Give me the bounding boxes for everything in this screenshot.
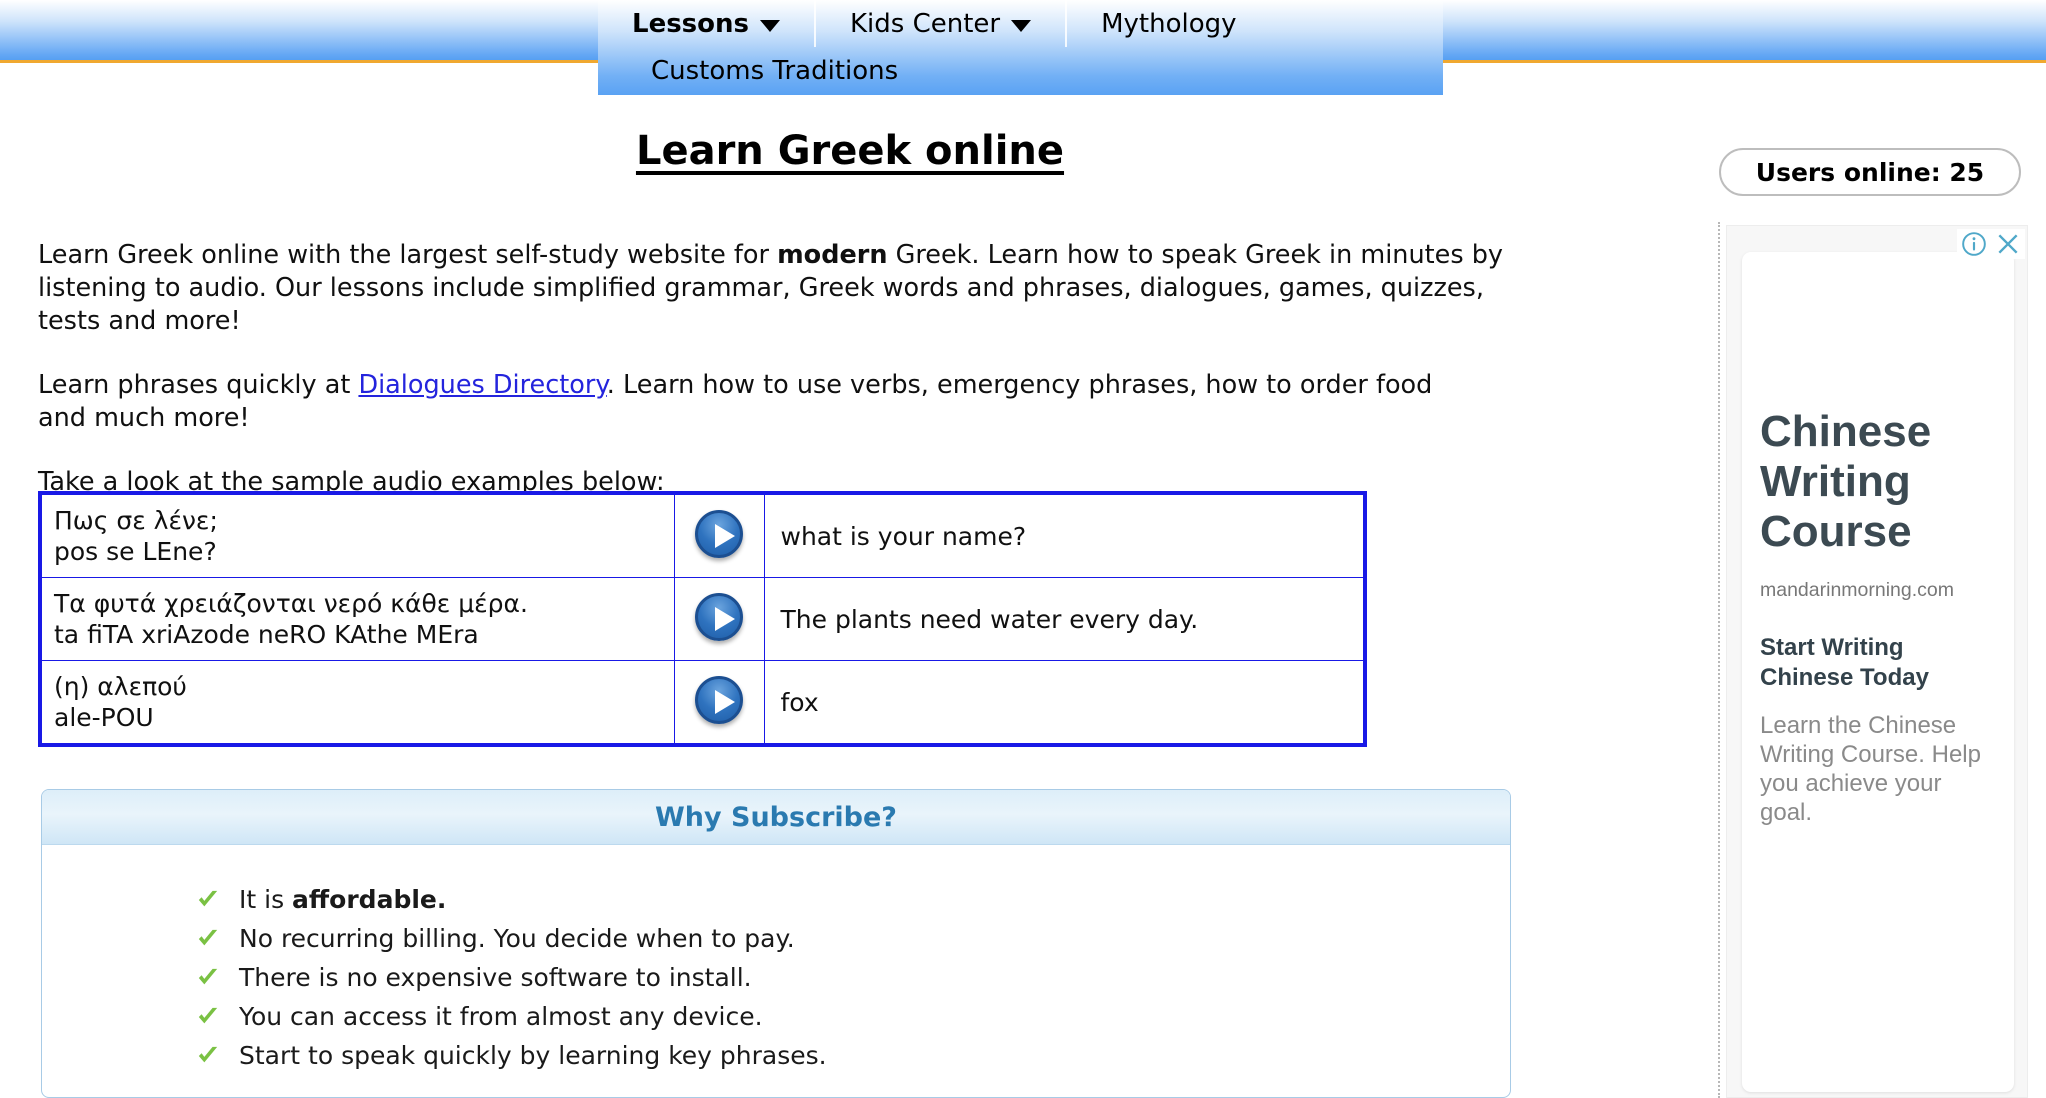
nav-item-lessons-label: Lessons	[632, 8, 749, 39]
nav-submenu-item-customs-traditions[interactable]: Customs Traditions	[651, 56, 898, 86]
greek-phrase-cell: Τα φυτά χρειάζονται νερό κάθε μέρα. ta f…	[39, 577, 675, 661]
greek-text: Πως σε λένε;	[54, 506, 218, 535]
play-button-cell[interactable]	[673, 577, 765, 661]
sidebar-divider	[1718, 222, 1720, 1098]
advertisement-card[interactable]: Chinese Writing Course mandarinmorning.c…	[1742, 252, 2014, 1092]
play-icon[interactable]	[695, 593, 743, 641]
ad-display-url: mandarinmorning.com	[1760, 579, 1955, 601]
english-translation-cell: what is your name?	[763, 492, 1366, 578]
audio-examples-table: Πως σε λένε; pos se LEne? what is your n…	[38, 491, 1367, 747]
list-item-label: There is no expensive software to instal…	[239, 963, 752, 992]
greek-phrase-cell: (η) αλεπού ale-POU	[39, 660, 675, 746]
ad-body-text: Learn the Chinese Writing Course. Help y…	[1760, 712, 1981, 826]
list-item: You can access it from almost any device…	[197, 997, 1510, 1036]
intro-paragraph-emphasis: modern	[777, 239, 888, 270]
play-button-cell[interactable]	[673, 492, 765, 578]
intro-paragraph-pre: Learn Greek online with the largest self…	[38, 239, 778, 270]
list-item-label: It is affordable.	[239, 885, 447, 914]
list-item: Start to speak quickly by learning key p…	[197, 1036, 1510, 1075]
transliteration-text: ale-POU	[54, 703, 154, 732]
greek-text: Τα φυτά χρειάζονται νερό κάθε μέρα.	[54, 589, 528, 618]
nav-item-kids-center[interactable]: Kids Center	[816, 0, 1065, 47]
navigation-menu: Lessons Kids Center Mythology	[598, 0, 1443, 47]
why-subscribe-header: Why Subscribe?	[42, 790, 1510, 845]
nav-item-mythology[interactable]: Mythology	[1067, 0, 1270, 47]
list-item-label: No recurring billing. You decide when to…	[239, 924, 795, 953]
navigation-dropdown-panel: Lessons Kids Center Mythology Customs Tr…	[598, 0, 1443, 95]
why-subscribe-benefits-list: It is affordable. No recurring billing. …	[42, 845, 1510, 1075]
table-row: (η) αλεπού ale-POU fox	[39, 660, 1366, 746]
page-title: Learn Greek online	[635, 127, 1065, 174]
transliteration-text: pos se LEne?	[54, 537, 217, 566]
english-translation-cell: The plants need water every day.	[763, 577, 1366, 661]
check-icon	[197, 922, 219, 946]
play-icon[interactable]	[695, 510, 743, 558]
play-icon[interactable]	[695, 676, 743, 724]
transliteration-text: ta fiTA xriAzode neRO KAthe MEra	[54, 620, 479, 649]
nav-divider	[1065, 0, 1068, 47]
why-subscribe-panel: Why Subscribe? It is affordable. No recu…	[41, 789, 1511, 1098]
greek-phrase-cell: Πως σε λένε; pos se LEne?	[39, 492, 675, 578]
list-item-label: You can access it from almost any device…	[239, 1002, 763, 1031]
chevron-down-icon	[1011, 20, 1032, 32]
list-item: No recurring billing. You decide when to…	[197, 919, 1510, 958]
ad-subheadline: Start Writing Chinese Today	[1760, 634, 1929, 691]
check-icon	[197, 1039, 219, 1063]
list-item-label: Start to speak quickly by learning key p…	[239, 1041, 827, 1070]
nav-item-lessons[interactable]: Lessons	[598, 0, 814, 47]
play-button-cell[interactable]	[673, 660, 765, 746]
info-circle-icon[interactable]	[1961, 231, 1987, 257]
intro-paragraph: Learn Greek online with the largest self…	[38, 239, 1518, 338]
table-row: Πως σε λένε; pos se LEne? what is your n…	[39, 492, 1366, 578]
list-item: It is affordable.	[197, 880, 1510, 919]
table-row: Τα φυτά χρειάζονται νερό κάθε μέρα. ta f…	[39, 577, 1366, 661]
nav-item-mythology-label: Mythology	[1101, 8, 1237, 39]
close-icon[interactable]	[1995, 231, 2021, 257]
ad-headline: Chinese Writing Course	[1760, 407, 1932, 556]
list-item: There is no expensive software to instal…	[197, 958, 1510, 997]
check-icon	[197, 883, 219, 907]
check-icon	[197, 1000, 219, 1024]
chevron-down-icon	[760, 20, 780, 32]
dialogues-directory-link[interactable]: Dialogues Directory	[358, 370, 606, 400]
why-subscribe-title: Why Subscribe?	[655, 801, 897, 833]
nav-divider	[814, 0, 816, 47]
advertisement-container: Chinese Writing Course mandarinmorning.c…	[1726, 225, 2028, 1098]
greek-text: (η) αλεπού	[54, 672, 187, 701]
nav-item-kids-center-label: Kids Center	[850, 8, 1001, 39]
users-online-badge: Users online: 25	[1719, 148, 2021, 196]
navigation-submenu: Customs Traditions	[598, 47, 1443, 95]
check-icon	[197, 961, 219, 985]
ad-controls	[1957, 229, 2025, 259]
dialogues-paragraph: Learn phrases quickly at Dialogues Direc…	[38, 369, 1488, 435]
dialogues-paragraph-pre: Learn phrases quickly at	[38, 369, 359, 400]
english-translation-cell: fox	[763, 660, 1366, 746]
